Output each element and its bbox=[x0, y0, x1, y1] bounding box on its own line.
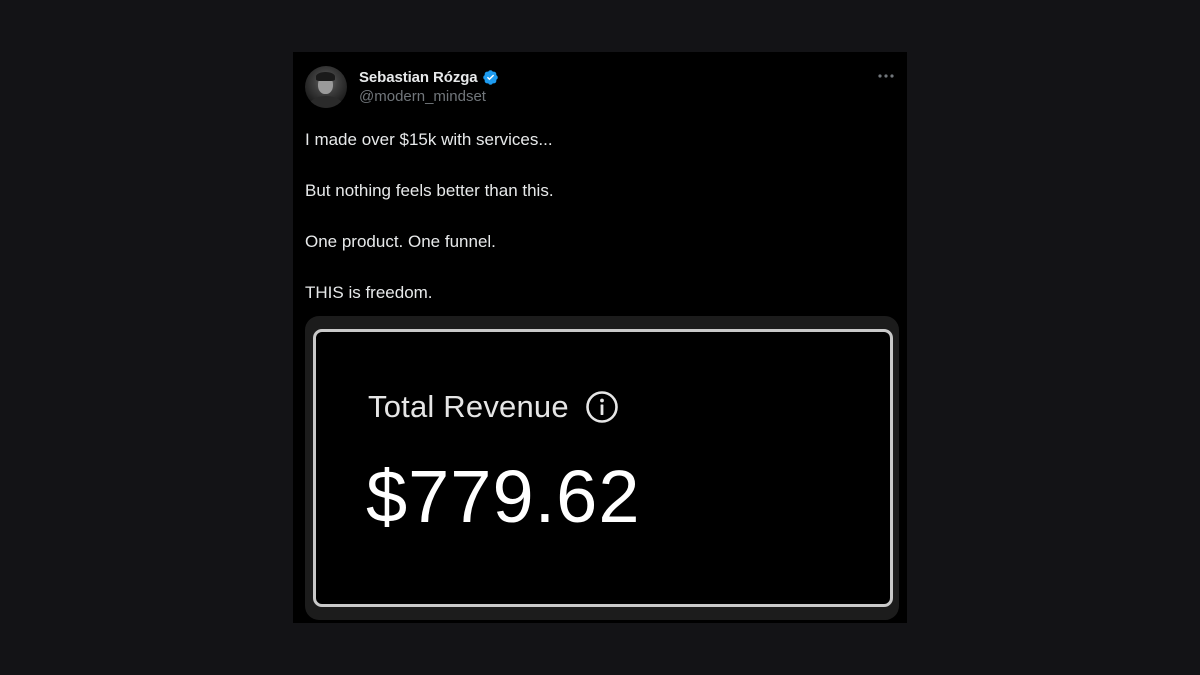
info-icon bbox=[585, 391, 618, 423]
avatar[interactable] bbox=[305, 66, 347, 108]
handle[interactable]: @modern_mindset bbox=[359, 88, 499, 105]
tweet-media-image[interactable]: Total Revenue $779.62 bbox=[305, 316, 899, 620]
name-row: Sebastian Rózga bbox=[359, 67, 499, 87]
revenue-label-row: Total Revenue bbox=[368, 389, 619, 425]
tweet-paragraph: I made over $15k with services... bbox=[305, 130, 553, 149]
verified-badge-icon bbox=[482, 69, 498, 85]
display-name[interactable]: Sebastian Rózga bbox=[359, 69, 478, 86]
revenue-label: Total Revenue bbox=[368, 389, 569, 424]
tweet-card[interactable]: Sebastian Rózga @modern_mindset I made o… bbox=[293, 52, 907, 623]
more-options-icon[interactable] bbox=[875, 66, 897, 86]
revenue-value: $779.62 bbox=[366, 455, 641, 538]
tweet-paragraph: But nothing feels better than this. bbox=[305, 181, 554, 200]
tweet-paragraph: One product. One funnel. bbox=[305, 232, 496, 251]
tweet-header: Sebastian Rózga @modern_mindset bbox=[359, 67, 499, 105]
tweet-paragraph: THIS is freedom. bbox=[305, 283, 433, 302]
tweet-text: I made over $15k with services... But no… bbox=[305, 129, 890, 333]
revenue-panel: Total Revenue $779.62 bbox=[313, 329, 893, 607]
